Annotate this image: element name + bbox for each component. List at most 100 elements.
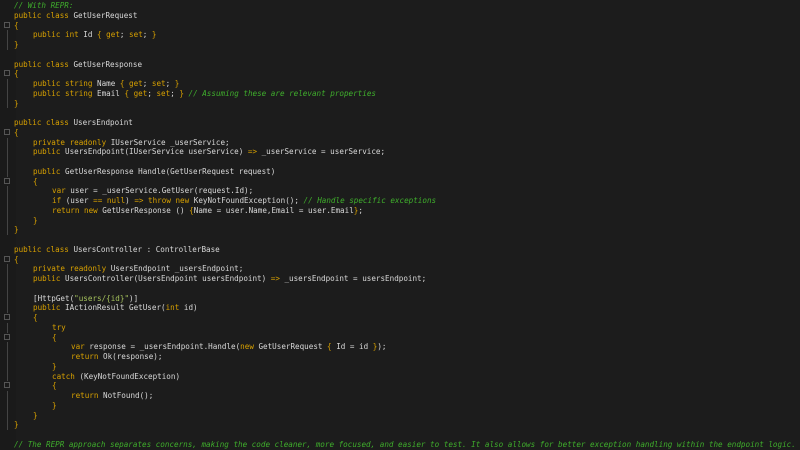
code-token: } bbox=[52, 400, 57, 410]
code-line[interactable]: if (user == null) => throw new KeyNotFou… bbox=[0, 196, 800, 206]
code-line[interactable]: public class UsersController : Controlle… bbox=[0, 245, 800, 255]
code-token: Email bbox=[97, 88, 125, 98]
code-token: } bbox=[33, 410, 38, 420]
code-token: } bbox=[179, 88, 189, 98]
code-line[interactable]: } bbox=[0, 40, 800, 50]
code-line[interactable] bbox=[0, 235, 800, 245]
code-token: public class bbox=[14, 118, 74, 127]
code-line[interactable]: private readonly IUserService _userServi… bbox=[0, 137, 800, 148]
code-line[interactable]: // With REPR: bbox=[0, 1, 800, 11]
code-line[interactable]: { bbox=[0, 333, 800, 343]
code-token: // Handle specific exceptions bbox=[303, 196, 437, 205]
fold-toggle-icon[interactable] bbox=[4, 382, 10, 389]
fold-guide-line bbox=[7, 79, 8, 89]
code-line[interactable]: var user = _userService.GetUser(request.… bbox=[0, 186, 800, 196]
code-token: public class bbox=[14, 244, 74, 254]
code-token: { bbox=[52, 332, 57, 342]
code-token: var bbox=[52, 186, 71, 196]
fold-guide-line bbox=[7, 215, 8, 226]
code-line[interactable] bbox=[0, 108, 800, 118]
fold-guide-line bbox=[7, 196, 8, 206]
code-token: => bbox=[270, 274, 285, 283]
code-line[interactable]: return NotFound(); bbox=[0, 391, 800, 401]
code-line[interactable] bbox=[0, 157, 800, 167]
code-text: } bbox=[14, 411, 38, 421]
code-token: ; bbox=[170, 88, 180, 98]
fold-guide-line bbox=[7, 352, 8, 362]
code-line[interactable] bbox=[0, 430, 800, 440]
code-line[interactable]: catch (KeyNotFoundException) bbox=[0, 371, 800, 382]
code-line[interactable]: return Ok(response); bbox=[0, 352, 800, 362]
code-token: GetUserResponse () bbox=[102, 205, 190, 215]
code-line[interactable]: var response = _usersEndpoint.Handle(new… bbox=[0, 342, 800, 352]
code-line[interactable]: } bbox=[0, 400, 800, 411]
code-token: UsersEndpoint(IUserService userService) bbox=[65, 147, 248, 157]
code-token: => throw new bbox=[134, 196, 194, 205]
code-token: [HttpGet( bbox=[33, 293, 75, 303]
code-text: catch (KeyNotFoundException) bbox=[14, 372, 180, 382]
code-token: } bbox=[14, 420, 19, 430]
code-text: } bbox=[14, 420, 19, 430]
code-line[interactable]: public class GetUserResponse bbox=[0, 60, 800, 70]
code-token: { bbox=[14, 20, 19, 30]
code-line[interactable]: public IActionResult GetUser(int id) bbox=[0, 303, 800, 313]
code-token: ; bbox=[119, 30, 130, 40]
code-line[interactable]: public string Email { get; set; } // Ass… bbox=[0, 88, 800, 99]
code-token: (user bbox=[65, 196, 94, 205]
fold-guide-line bbox=[7, 137, 8, 148]
code-line[interactable]: { bbox=[0, 255, 800, 265]
fold-toggle-icon[interactable] bbox=[4, 314, 10, 320]
code-line[interactable]: return new GetUserResponse () {Name = us… bbox=[0, 205, 800, 216]
fold-guide-line bbox=[7, 400, 8, 411]
code-text: try bbox=[14, 323, 66, 333]
fold-toggle-icon[interactable] bbox=[4, 21, 10, 28]
code-line[interactable]: } bbox=[0, 361, 800, 372]
fold-toggle-icon[interactable] bbox=[4, 70, 10, 77]
code-token: } bbox=[14, 225, 19, 235]
code-token: set bbox=[151, 79, 166, 88]
code-line[interactable]: } bbox=[0, 410, 800, 421]
code-line[interactable] bbox=[0, 50, 800, 60]
code-line[interactable]: [HttpGet("users/{id}")] bbox=[0, 293, 800, 304]
code-line[interactable]: { bbox=[0, 177, 800, 187]
code-line[interactable]: // The REPR approach separates concerns,… bbox=[0, 440, 800, 450]
code-text: public class GetUserRequest bbox=[14, 11, 137, 21]
code-line[interactable]: try bbox=[0, 322, 800, 333]
code-text: public class UsersEndpoint bbox=[14, 118, 133, 128]
code-line[interactable]: } bbox=[0, 98, 800, 109]
fold-toggle-icon[interactable] bbox=[4, 255, 10, 262]
code-line[interactable]: public GetUserResponse Handle(GetUserReq… bbox=[0, 166, 800, 177]
code-editor[interactable]: // With REPR: public class GetUserRequest… bbox=[0, 0, 800, 450]
code-line[interactable]: { bbox=[0, 313, 800, 323]
code-line[interactable]: { bbox=[0, 128, 800, 138]
code-line[interactable]: public UsersController(UsersEndpoint use… bbox=[0, 274, 800, 284]
code-line[interactable]: public int Id { get; set; } bbox=[0, 30, 800, 40]
code-token: user = _userService.GetUser(request.Id); bbox=[70, 186, 254, 196]
code-line[interactable]: } bbox=[0, 225, 800, 235]
code-text: public UsersEndpoint(IUserService userSe… bbox=[14, 147, 385, 157]
code-token: return new bbox=[52, 205, 103, 215]
fold-guide-line bbox=[7, 274, 8, 284]
code-line[interactable]: { bbox=[0, 21, 800, 31]
code-line[interactable] bbox=[0, 283, 800, 294]
fold-toggle-icon[interactable] bbox=[4, 177, 10, 184]
code-text: { bbox=[14, 69, 19, 79]
code-line[interactable]: private readonly UsersEndpoint _usersEnd… bbox=[0, 264, 800, 274]
code-line[interactable]: public class GetUserRequest bbox=[0, 11, 800, 21]
fold-toggle-icon[interactable] bbox=[4, 333, 10, 340]
code-token: private readonly bbox=[33, 264, 111, 274]
code-line[interactable]: public string Name { get; set; } bbox=[0, 79, 800, 89]
code-text: var response = _usersEndpoint.Handle(new… bbox=[14, 342, 387, 352]
fold-guide-line bbox=[7, 98, 8, 109]
code-line[interactable]: public class UsersEndpoint bbox=[0, 118, 800, 128]
code-line[interactable]: } bbox=[0, 215, 800, 226]
code-line[interactable]: { bbox=[0, 381, 800, 391]
code-token: } bbox=[14, 98, 19, 108]
code-text: } bbox=[14, 362, 57, 372]
code-line[interactable]: { bbox=[0, 69, 800, 79]
code-line[interactable]: public UsersEndpoint(IUserService userSe… bbox=[0, 147, 800, 157]
code-line[interactable]: } bbox=[0, 420, 800, 430]
fold-toggle-icon[interactable] bbox=[4, 128, 10, 135]
code-token: GetUserRequest bbox=[258, 342, 328, 352]
code-area[interactable]: // With REPR: public class GetUserRequest… bbox=[0, 0, 800, 450]
